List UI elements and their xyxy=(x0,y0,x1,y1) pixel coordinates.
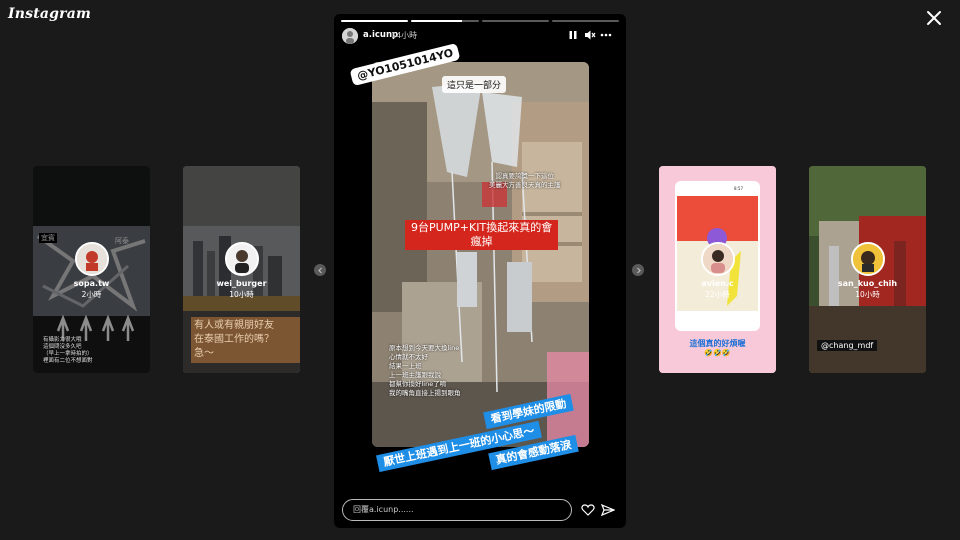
story-card-wei-burger[interactable]: wei_burger 10小時 有人或有親朋好友 在泰國工作的嗎？ 急～ xyxy=(183,166,300,373)
send-icon[interactable] xyxy=(600,502,616,517)
lower-caption-text: 原本想到今天要大換line 心情就不太好 結果一上班 上一班主護跟我說 都幫你換… xyxy=(389,344,461,397)
card-timestamp: 10小時 xyxy=(855,290,880,299)
progress-fill xyxy=(411,20,462,22)
story-card-sopa[interactable]: 宜賓 阿泰 sopa.tw 2小時 有攝影力很大哦 這個問沒多久吧 （早上一拿時… xyxy=(33,166,150,373)
card-timestamp: 10小時 xyxy=(229,290,254,299)
card-username: sopa.tw xyxy=(73,279,110,288)
close-icon[interactable] xyxy=(925,9,943,27)
story-card-san-kuo-chih[interactable]: san_kuo_chih 10小時 @chang_mdf xyxy=(809,166,926,373)
story-red-text: 9台PUMP+KIT換起來真的會 瘋掉 xyxy=(405,220,559,250)
story-card-avien[interactable]: 8:57 avien.c 22小時 這個真的好煩喔 🤣🤣🤣 xyxy=(659,166,776,373)
progress-segment xyxy=(551,20,619,22)
avatar xyxy=(224,242,259,276)
previous-story-button[interactable] xyxy=(314,264,326,276)
pause-icon[interactable] xyxy=(566,28,580,42)
avatar[interactable] xyxy=(342,28,358,44)
story-timestamp: 14小時 xyxy=(391,31,418,40)
card-timestamp: 2小時 xyxy=(81,290,102,299)
story-progress xyxy=(341,20,619,22)
avatar xyxy=(850,242,885,276)
card-username: wei_burger xyxy=(216,279,267,288)
story-side-caption: 認真要誇獎一下這位 美麗大方善良天真的主護 xyxy=(489,172,561,190)
card-username: avien.c xyxy=(701,279,734,288)
avatar xyxy=(74,242,109,276)
heart-icon[interactable] xyxy=(581,502,595,516)
next-story-button[interactable] xyxy=(632,264,644,276)
more-icon[interactable] xyxy=(599,28,613,42)
card-caption: 有人或有親朋好友 在泰國工作的嗎？ 急～ xyxy=(191,317,300,363)
reply-input[interactable]: 回覆a.icunp...... xyxy=(342,499,572,521)
card-username: san_kuo_chih xyxy=(837,279,898,288)
story-lower-caption: 原本想到今天要大換line 心情就不太好 結果一上班 上一班主護跟我說 都幫你換… xyxy=(389,344,461,398)
progress-segment xyxy=(411,20,479,22)
card-inner-time: 8:57 xyxy=(734,186,743,191)
progress-fill xyxy=(341,20,409,22)
card-mention-tag: @chang_mdf xyxy=(817,340,878,351)
card-caption: 有攝影力很大哦 這個問沒多久吧 （早上一拿時拍的） 裡面有二位不想面對 xyxy=(43,337,93,364)
active-story[interactable]: a.icunp 14小時 認真要誇獎一下這位 美麗大方善良天真的主護 原本想到今… xyxy=(334,14,626,528)
progress-segment xyxy=(481,20,549,22)
avatar xyxy=(700,242,735,276)
instagram-logo[interactable]: Instagram xyxy=(8,6,91,22)
progress-segment xyxy=(341,20,409,22)
story-top-caption: 這只是一部分 xyxy=(442,76,507,93)
story-photo: 認真要誇獎一下這位 美麗大方善良天真的主護 原本想到今天要大換line 心情就不… xyxy=(372,62,589,447)
card-caption: 這個真的好煩喔 xyxy=(689,339,746,348)
card-emoji: 🤣🤣🤣 xyxy=(704,349,731,357)
side-caption-text: 認真要誇獎一下這位 美麗大方善良天真的主護 xyxy=(489,172,561,189)
card-timestamp: 22小時 xyxy=(705,290,730,299)
mute-icon[interactable] xyxy=(583,28,597,42)
